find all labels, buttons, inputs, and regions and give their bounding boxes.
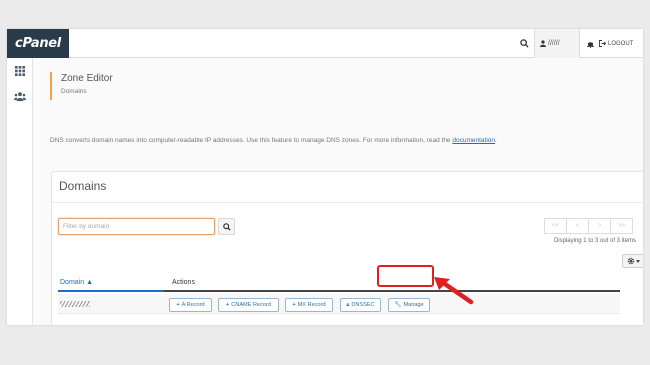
divider — [52, 202, 643, 203]
mx-record-button[interactable]: + MX Record — [285, 298, 333, 312]
gear-icon — [627, 257, 634, 265]
first-page-button[interactable]: << — [544, 218, 567, 234]
plus-icon: + — [176, 302, 180, 308]
logout-label: LOGOUT — [608, 40, 634, 47]
plus-icon: + — [292, 302, 296, 308]
panel-title: Domains — [59, 179, 107, 193]
users-icon[interactable] — [14, 90, 26, 102]
grid-icon[interactable] — [14, 65, 26, 77]
cname-record-button[interactable]: + CNAME Record — [218, 298, 279, 312]
logout-button[interactable]: LOGOUT — [599, 29, 633, 58]
manage-button-highlight — [377, 265, 434, 287]
caret-down-icon — [635, 259, 640, 263]
annotation-arrow-icon — [434, 277, 474, 305]
search-icon[interactable] — [513, 29, 535, 58]
page-title: Zone Editor — [61, 73, 113, 84]
description-text: DNS converts domain names into computer-… — [50, 137, 451, 144]
search-button[interactable] — [218, 218, 235, 235]
username: ////// — [548, 40, 560, 47]
description-suffix: . — [495, 137, 497, 144]
user-menu[interactable]: ////// — [534, 29, 580, 58]
prev-page-button[interactable]: < — [566, 218, 589, 234]
next-page-button[interactable]: > — [588, 218, 611, 234]
table-row: +A Record +CNAME Record +MX Record 🔒︎DNS… — [58, 321, 620, 325]
plus-icon: + — [225, 302, 230, 308]
domains-panel: Domains << < > >> Displaying 1 to 3 out … — [51, 171, 643, 325]
documentation-link[interactable]: documentation — [452, 137, 495, 144]
domain-name-redacted — [60, 301, 90, 307]
table-row: +A Record +CNAME Record +MX Record 🔒︎DNS… — [58, 294, 620, 314]
user-icon — [540, 40, 546, 47]
top-bar: cPanel ////// LOGOUT — [7, 29, 643, 58]
lock-icon: 🔒︎ — [346, 301, 350, 308]
pagination: << < > >> — [544, 218, 633, 234]
page-description: DNS converts domain names into computer-… — [50, 137, 497, 144]
cpanel-logo[interactable]: cPanel — [7, 29, 69, 58]
app-window: cPanel ////// LOGOUT Zone Editor Domains… — [7, 29, 643, 325]
logout-icon — [599, 40, 606, 47]
main-content: Zone Editor Domains DNS converts domain … — [33, 58, 643, 325]
settings-dropdown-button[interactable] — [622, 254, 643, 268]
filter-input[interactable] — [58, 218, 215, 235]
dnssec-button[interactable]: 🔒︎ DNSSEC — [340, 298, 381, 312]
page-heading: Zone Editor Domains — [50, 72, 113, 100]
wrench-icon: 🔧︎ — [394, 302, 402, 308]
displaying-count: Displaying 1 to 3 out of 3 items — [553, 238, 636, 244]
column-header-domain[interactable]: Domain ▲ — [58, 276, 164, 292]
search-icon — [222, 222, 231, 231]
a-record-button[interactable]: + A Record — [169, 298, 212, 312]
manage-button[interactable]: 🔧︎ Manage — [388, 298, 430, 312]
bell-icon[interactable] — [583, 29, 597, 58]
last-page-button[interactable]: >> — [610, 218, 633, 234]
sidebar — [7, 58, 33, 325]
breadcrumb: Domains — [61, 88, 87, 95]
